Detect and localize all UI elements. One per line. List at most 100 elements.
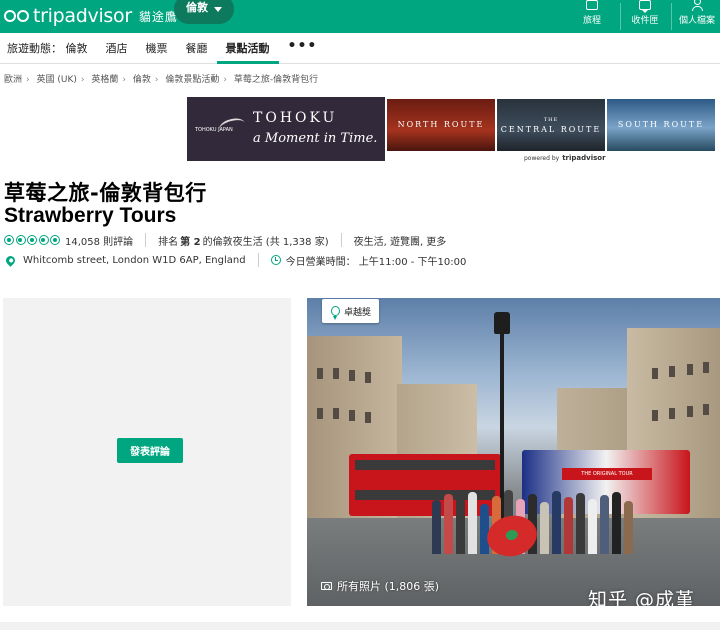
person: [552, 491, 561, 554]
hero-photo[interactable]: THE ORIGINAL TOUR 卓越獎 所有照片 (1,806 張) 知乎 …: [307, 298, 720, 606]
page-title-en: Strawberry Tours: [4, 204, 177, 227]
photo-window: [333, 368, 339, 379]
inbox-label: 收件匣: [631, 16, 659, 26]
rating-bubble-icon: [4, 235, 14, 245]
breadcrumb-separator: ›: [223, 75, 227, 85]
categories-link[interactable]: 夜生活, 遊覽團, 更多: [354, 233, 447, 248]
photo-window: [703, 362, 709, 373]
person: [564, 497, 573, 554]
breadcrumb: 歐洲 › 英國 (UK) › 英格蘭 › 倫敦 › 倫敦景點活動 › 草莓之旅-倫敦背包行: [4, 72, 322, 85]
breadcrumb-item[interactable]: 英國 (UK): [37, 75, 77, 85]
person: [588, 499, 597, 554]
inbox-icon: [639, 0, 651, 13]
photo-window: [365, 412, 371, 423]
nav-item-attractions[interactable]: 景點活動: [216, 33, 279, 64]
opening-hours[interactable]: 今日營業時間： 上午11:00 - 下午10:00: [286, 253, 467, 268]
map-pin-icon: [4, 253, 17, 267]
address-link[interactable]: Whitcomb street, London W1D 6AP, England: [23, 255, 246, 266]
photo-window: [703, 404, 709, 415]
section-divider: [0, 622, 720, 630]
briefcase-icon: [586, 0, 598, 10]
breadcrumb-item[interactable]: 歐洲: [4, 75, 22, 85]
rank-suffix[interactable]: 的倫敦夜生活 (共 1,338 家): [203, 233, 329, 248]
photo-window: [652, 368, 658, 379]
ad-central-small: THE: [543, 117, 559, 123]
photo-window: [669, 408, 675, 419]
ad-banner[interactable]: TOHOKU JAPAN TOHOKU a Moment in Time. NO…: [187, 97, 717, 163]
photo-window: [317, 408, 323, 419]
ad-central-route[interactable]: THE CENTRAL ROUTE: [497, 99, 605, 151]
ad-south-route[interactable]: SOUTH ROUTE: [607, 99, 715, 151]
person: [576, 493, 585, 554]
crane-icon: [217, 115, 247, 137]
divider: [620, 3, 621, 30]
breadcrumb-item[interactable]: 倫敦: [133, 75, 151, 85]
rating-bubble-icon: [27, 235, 37, 245]
person: [540, 502, 549, 554]
write-review-button[interactable]: 發表評論: [117, 438, 183, 463]
breadcrumb-separator: ›: [26, 75, 30, 85]
page-title-zh: 草莓之旅-倫敦背包行: [4, 181, 207, 205]
photo-window: [669, 366, 675, 377]
ad-north-route[interactable]: NORTH ROUTE: [387, 99, 495, 151]
inbox-button[interactable]: 收件匣: [628, 0, 662, 33]
photo-lamp-head: [494, 312, 510, 334]
clock-icon: [270, 255, 281, 265]
profile-button[interactable]: 個人檔案: [677, 0, 717, 33]
all-photos-label: 所有照片 (1,806 張): [337, 580, 440, 593]
review-count-link[interactable]: 14,058 則評論: [65, 233, 133, 248]
trips-button[interactable]: 旅程: [580, 0, 604, 33]
ad-south-title: SOUTH ROUTE: [617, 120, 705, 129]
region-selector-button[interactable]: 倫敦: [174, 0, 234, 24]
breadcrumb-separator: ›: [154, 75, 159, 85]
nav-item-hotels[interactable]: 酒店: [97, 33, 137, 64]
more-menu-button[interactable]: •••: [279, 33, 327, 64]
nav-item-flights[interactable]: 機票: [137, 33, 177, 64]
rating-bubble-icon: [38, 235, 49, 245]
divider: [257, 253, 259, 267]
rating-bubbles[interactable]: [4, 235, 60, 245]
all-photos-link[interactable]: 所有照片 (1,806 張): [321, 578, 439, 594]
ad-tohoku-title: TOHOKU: [253, 110, 338, 126]
rank-number: 第 2: [180, 236, 201, 248]
bus-banner: THE ORIGINAL TOUR: [562, 468, 652, 480]
photo-window: [652, 410, 658, 421]
person: [480, 504, 489, 554]
trips-label: 旅程: [582, 16, 601, 26]
photo-window: [333, 408, 339, 419]
photo-window: [365, 372, 371, 383]
award-badge[interactable]: 卓越獎: [322, 299, 379, 323]
info-row: Whitcomb street, London W1D 6AP, England…: [4, 253, 467, 268]
divider: [145, 233, 147, 247]
divider: [340, 233, 342, 247]
person: [432, 500, 441, 554]
person: [612, 492, 621, 554]
nav-item-restaurants[interactable]: 餐廳: [177, 33, 217, 64]
ad-powered-by: powered by tripadvisor: [524, 154, 606, 162]
breadcrumb-item[interactable]: 英格蘭: [91, 75, 118, 85]
rating-bubble-icon: [50, 235, 60, 245]
person: [456, 498, 465, 554]
breadcrumb-item[interactable]: 倫敦景點活動: [165, 75, 219, 85]
ad-tohoku-logo: TOHOKU JAPAN: [195, 127, 233, 133]
region-label: 倫敦: [186, 1, 208, 14]
ad-tohoku-panel[interactable]: TOHOKU JAPAN TOHOKU a Moment in Time.: [187, 97, 385, 161]
photo-window: [349, 370, 355, 381]
photo-window: [317, 368, 323, 379]
chevron-down-icon: [214, 7, 222, 12]
camera-icon: [321, 582, 332, 590]
breadcrumb-separator: ›: [122, 75, 126, 85]
nav-item-travel-feed[interactable]: 旅遊動態： 倫敦: [0, 33, 97, 64]
bus-window: [355, 460, 495, 470]
ad-north-title: NORTH ROUTE: [397, 120, 485, 129]
person: [600, 495, 609, 554]
divider: [671, 3, 672, 30]
photo-window: [687, 364, 693, 375]
photo-crowd: [432, 488, 642, 554]
photo-window: [349, 410, 355, 421]
tripadvisor-logo[interactable]: tripadvisor 貓途鷹: [4, 2, 178, 30]
ad-tohoku-tagline: a Moment in Time.: [253, 131, 378, 146]
person: [468, 492, 477, 554]
person: [444, 494, 453, 554]
logo-subtitle: 貓途鷹: [138, 9, 178, 24]
